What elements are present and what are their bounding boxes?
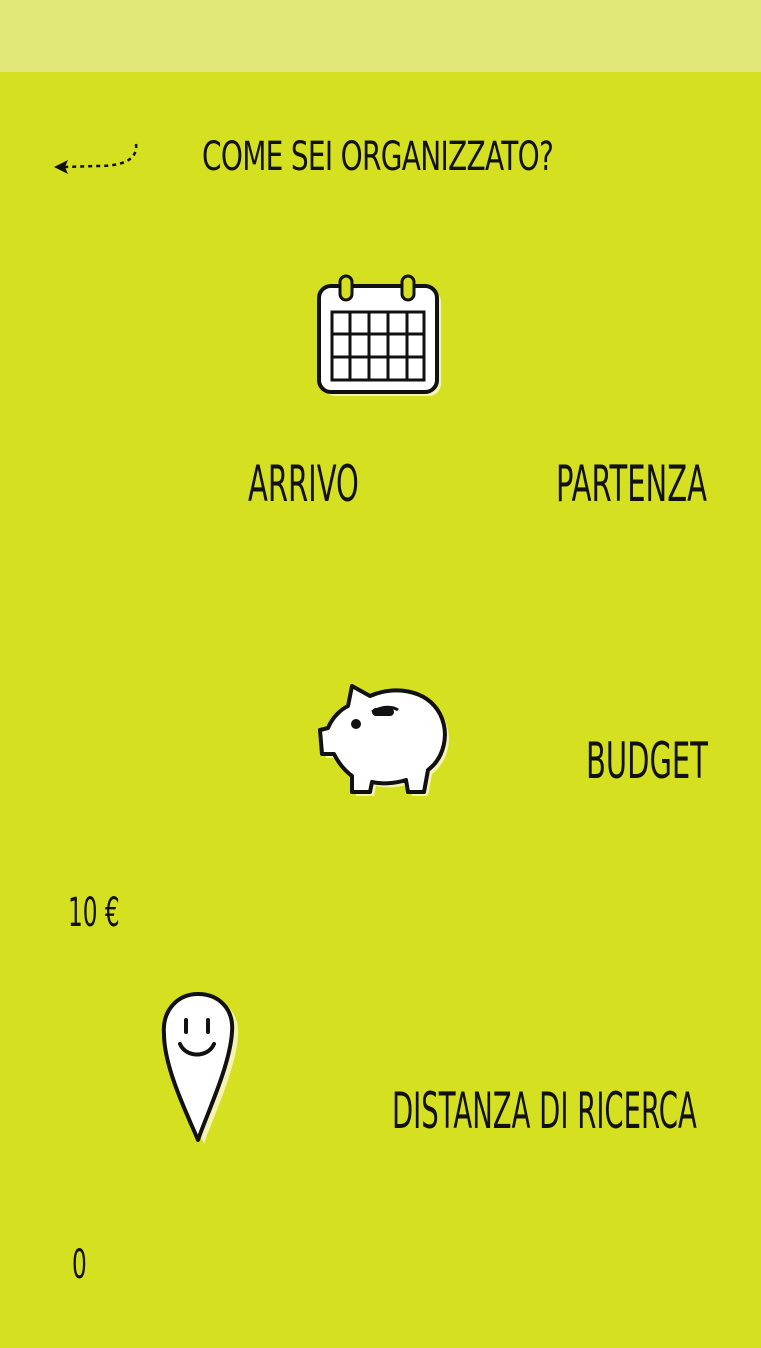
back-arrow-icon[interactable] — [48, 138, 144, 178]
budget-value[interactable]: 10 € — [68, 890, 120, 936]
distance-label: DISTANZA DI RICERCA — [392, 1082, 697, 1140]
departure-date-field[interactable]: PARTENZA — [556, 455, 707, 513]
map-pin-smiley-icon — [161, 992, 239, 1144]
calendar-icon[interactable] — [314, 272, 446, 404]
page-title: COME SEI ORGANIZZATO? — [202, 134, 554, 180]
distance-value[interactable]: 0 — [72, 1242, 87, 1288]
status-bar — [0, 0, 761, 72]
arrival-date-field[interactable]: ARRIVO — [248, 455, 359, 513]
budget-label: BUDGET — [586, 732, 708, 790]
piggy-bank-icon — [318, 684, 449, 796]
